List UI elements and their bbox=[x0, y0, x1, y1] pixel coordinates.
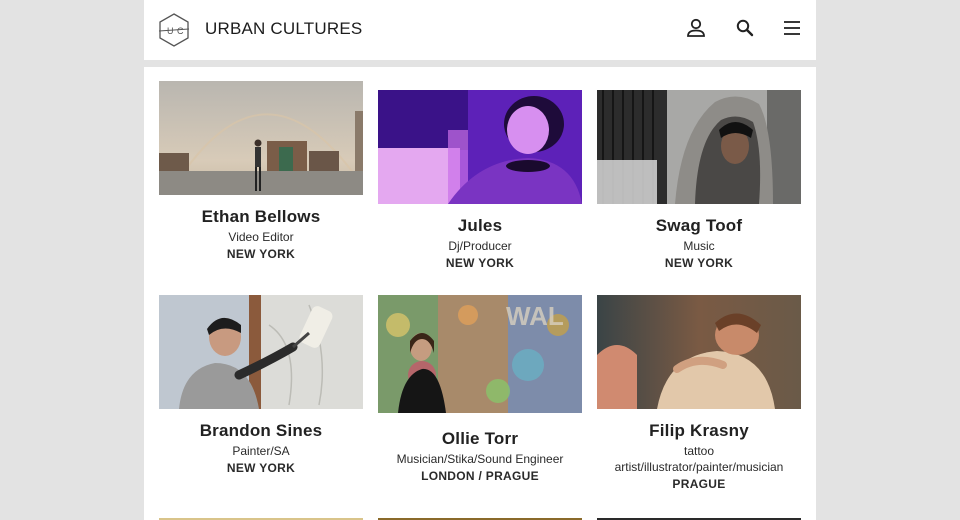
artist-role: Music bbox=[683, 239, 715, 253]
urban-cultures-logo[interactable]: U C bbox=[156, 12, 192, 48]
page-frame: U C URBAN CULTURES Ethan Bellows Video E… bbox=[144, 0, 816, 520]
artist-name[interactable]: Brandon Sines bbox=[159, 421, 363, 441]
artist-city: PRAGUE bbox=[672, 477, 726, 491]
artist-city: NEW YORK bbox=[664, 256, 734, 270]
artist-photo[interactable] bbox=[597, 295, 801, 409]
logo-letter-u: U bbox=[167, 26, 174, 36]
artist-photo[interactable] bbox=[159, 295, 363, 409]
artist-photo[interactable] bbox=[378, 90, 582, 204]
user-icon[interactable] bbox=[684, 16, 708, 40]
artist-card[interactable]: Brandon Sines Painter/SA NEW YORK bbox=[159, 295, 363, 476]
artist-card[interactable]: Filip Krasny tattoo artist/illustrator/p… bbox=[597, 295, 801, 492]
logo-letter-c: C bbox=[177, 26, 184, 36]
artist-photo[interactable]: WAL bbox=[378, 295, 582, 413]
artist-card[interactable]: Swag Toof Music NEW YORK bbox=[597, 90, 801, 271]
artist-card[interactable]: Jules Dj/Producer NEW YORK bbox=[378, 90, 582, 271]
artist-role: artist/illustrator/painter/musician bbox=[614, 460, 784, 474]
artist-photo[interactable] bbox=[159, 81, 363, 195]
artist-name[interactable]: Filip Krasny bbox=[597, 421, 801, 441]
artist-role: Dj/Producer bbox=[448, 239, 512, 253]
search-icon[interactable] bbox=[733, 16, 757, 40]
top-bar: U C URBAN CULTURES bbox=[144, 0, 816, 60]
artist-grid: Ethan Bellows Video Editor NEW YORK Jule… bbox=[144, 67, 816, 520]
artist-name[interactable]: Ollie Torr bbox=[378, 429, 582, 449]
artist-name[interactable]: Jules bbox=[378, 216, 582, 236]
artist-city: NEW YORK bbox=[226, 461, 296, 475]
brand-name[interactable]: URBAN CULTURES bbox=[205, 19, 362, 39]
artist-city: NEW YORK bbox=[445, 256, 515, 270]
artist-role: Video Editor bbox=[228, 230, 294, 244]
artist-role: tattoo bbox=[683, 444, 715, 458]
artist-card[interactable]: WAL Ollie Torr Musician/Stika/Sound Engi… bbox=[378, 295, 582, 484]
artist-name[interactable]: Swag Toof bbox=[597, 216, 801, 236]
menu-icon[interactable] bbox=[780, 16, 804, 40]
artist-name[interactable]: Ethan Bellows bbox=[159, 207, 363, 227]
artist-city: LONDON / PRAGUE bbox=[421, 469, 539, 483]
mural-lettering: WAL bbox=[506, 301, 564, 331]
artist-card[interactable]: Ethan Bellows Video Editor NEW YORK bbox=[159, 81, 363, 262]
artist-role: Painter/SA bbox=[232, 444, 290, 458]
artist-photo[interactable] bbox=[597, 90, 801, 204]
artist-role: Musician/Stika/Sound Engineer bbox=[396, 452, 564, 466]
artist-city: NEW YORK bbox=[226, 247, 296, 261]
